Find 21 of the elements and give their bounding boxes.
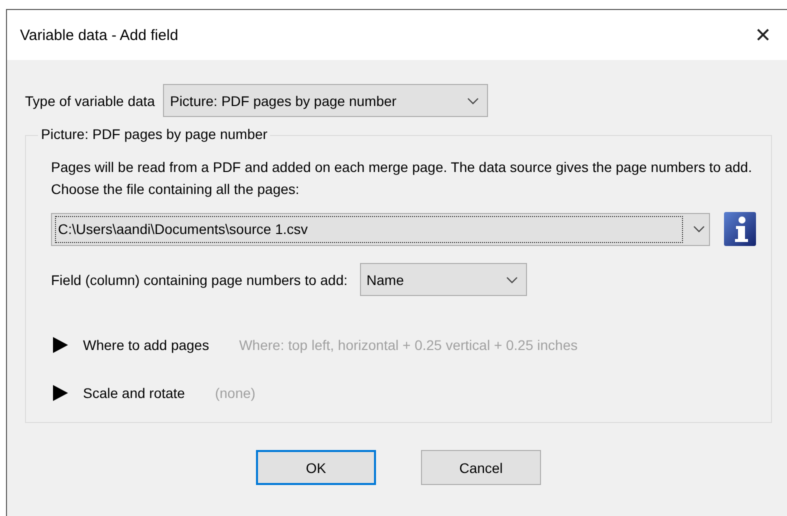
triangle-right-icon (51, 384, 69, 402)
triangle-right-icon (51, 336, 69, 354)
chevron-down-icon (466, 96, 479, 104)
window-title: Variable data - Add field (20, 26, 178, 44)
description-text: Pages will be read from a PDF and added on each merge page. The data source gives the page numbers to add. Choose the file containing all the pages: (51, 158, 753, 199)
chevron-down-icon (506, 276, 518, 284)
file-dropdown[interactable]: C:\Users\aandi\Documents\source 1.csv (51, 212, 710, 246)
group-title: Picture: PDF pages by page number (38, 126, 270, 142)
type-dropdown[interactable]: Picture: PDF pages by page number (162, 84, 488, 117)
close-button[interactable]: ✕ (741, 13, 785, 57)
chevron-down-icon (693, 225, 705, 233)
section-summary: Where: top left, horizontal + 0.25 vertical + 0.25 inches (239, 337, 578, 353)
dialog-button[interactable]: OK (256, 450, 376, 485)
section-expander[interactable]: Scale and rotate (51, 384, 185, 402)
dialog-button[interactable]: Cancel (421, 450, 541, 485)
section-expander[interactable]: Where to add pages (51, 336, 210, 354)
info-icon[interactable] (724, 212, 756, 246)
field-label: Field (column) containing page numbers to add: (51, 272, 348, 288)
field-dropdown[interactable]: Name (360, 263, 527, 296)
type-label: Type of variable data (25, 92, 155, 108)
section-summary: (none) (214, 385, 256, 401)
